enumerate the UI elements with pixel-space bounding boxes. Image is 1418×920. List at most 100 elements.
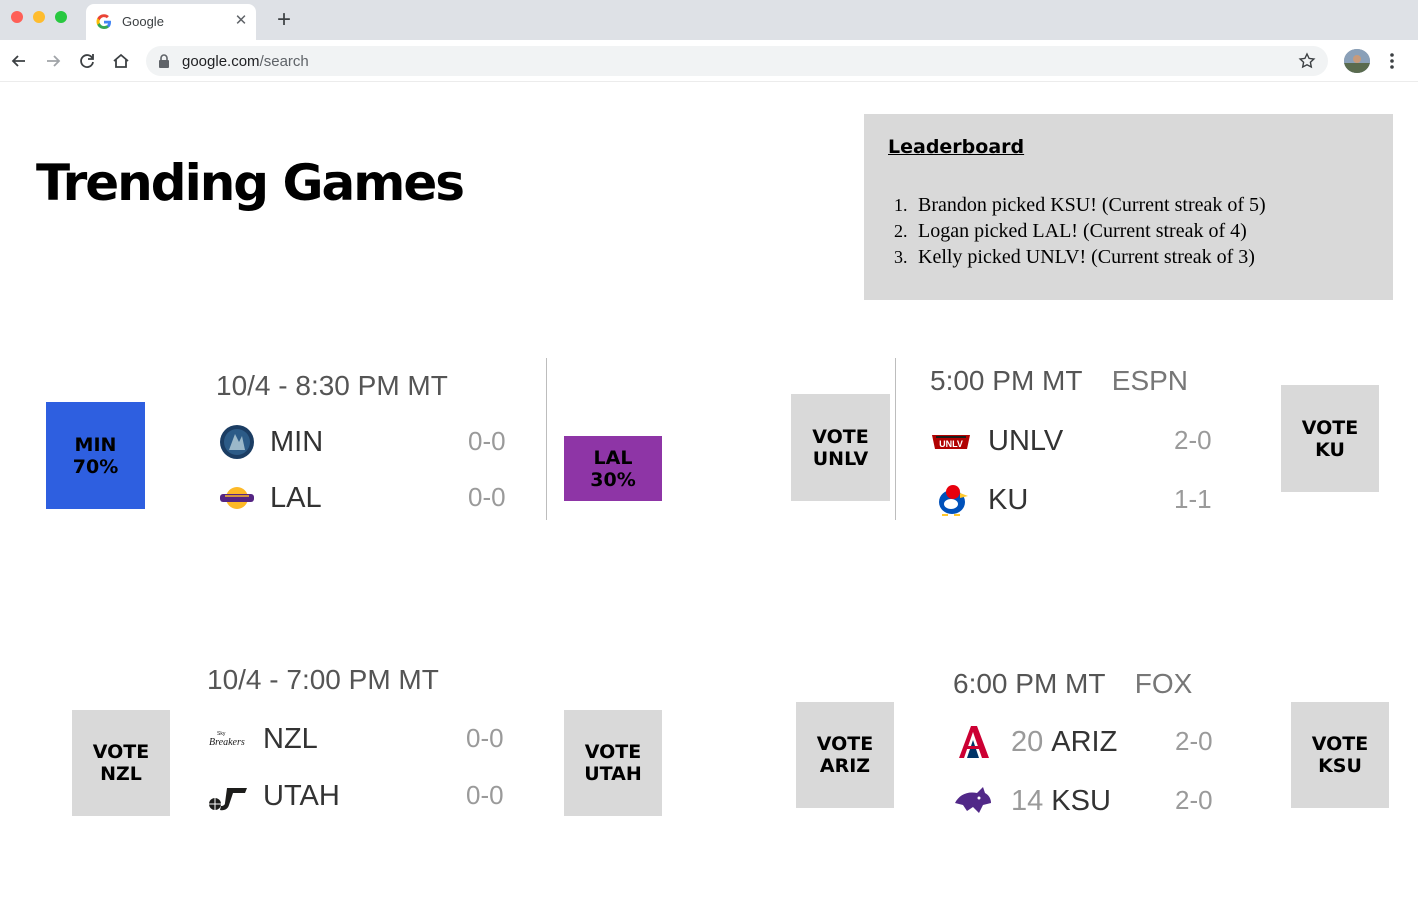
vote-utah-button[interactable]: VOTE UTAH [564,710,662,816]
team-row-min[interactable]: MIN 0-0 [216,422,516,462]
vote-team: NZL [100,763,142,785]
forward-arrow-icon[interactable] [42,50,64,72]
lock-icon [159,54,169,68]
team-record: 2-0 [1174,425,1212,455]
leaderboard-item-number: 1. [894,195,908,215]
leaderboard-title: Leaderboard [888,136,1025,158]
team-record: 2-0 [1175,785,1213,815]
home-icon[interactable] [110,50,132,72]
jazz-logo-icon [209,788,247,811]
tab-title: Google [122,14,164,29]
team-record: 0-0 [466,723,504,753]
vote-result-team: LAL [593,446,633,469]
game-divider [546,358,547,520]
window-minimize-button[interactable] [33,11,45,23]
game-divider [895,358,896,520]
lakers-logo-icon [220,487,254,509]
team-name: NZL [263,723,318,755]
tab-close-icon[interactable]: ✕ [232,12,250,30]
reload-icon[interactable] [76,50,98,72]
page-title: Trending Games [36,154,465,212]
game-header: 10/4 - 8:30 PM MT [216,370,448,401]
vote-label: VOTE [1311,733,1369,755]
svg-text:UNLV: UNLV [939,439,963,449]
leaderboard-panel: Leaderboard 1. Brandon picked KSU! (Curre… [864,114,1393,300]
vote-ksu-button[interactable]: VOTE KSU [1291,702,1389,808]
window-maximize-button[interactable] [55,11,67,23]
vote-team: UTAH [584,763,642,785]
team-name: MIN [270,426,324,458]
unlv-logo-icon: UNLV [932,435,970,449]
leaderboard-item-number: 3. [894,247,908,267]
game-header: 10/4 - 7:00 PM MT [207,664,439,695]
team-record: 0-0 [466,780,504,810]
vote-ku-button[interactable]: VOTE KU [1281,385,1379,492]
team-name: KU [988,484,1029,516]
vote-team: KSU [1318,755,1362,777]
team-name: LAL [270,482,322,514]
team-name: 20 ARIZ [1011,726,1117,759]
vote-label: VOTE [1301,416,1359,439]
address-bar[interactable]: google.com/search [146,46,1328,76]
vote-team: KU [1315,438,1345,461]
team-record: 2-0 [1175,726,1213,756]
team-row-utah[interactable]: UTAH 0-0 [207,776,517,816]
leaderboard-item: 2. Logan picked LAL! (Current streak of 4… [894,218,1374,244]
svg-text:Sky: Sky [217,731,226,737]
vote-result-percent: 70% [72,455,119,478]
google-favicon-icon [96,14,111,29]
game-time: 5:00 PM MT [930,365,1082,396]
vote-team: UNLV [812,447,869,470]
leaderboard-item-text: Kelly picked UNLV! (Current streak of 3) [918,246,1255,268]
browser-tab-bar: Google ✕ + [0,0,1418,40]
new-tab-button[interactable]: + [272,8,296,32]
team-row-ksu[interactable]: 14 KSU 2-0 [953,781,1223,821]
leaderboard-item: 1. Brandon picked KSU! (Current streak of… [894,192,1374,218]
team-row-lal[interactable]: LAL 0-0 [216,478,516,518]
team-name: 14 KSU [1011,785,1111,818]
vote-result-lal[interactable]: LAL 30% [564,436,662,501]
browser-tab[interactable]: Google ✕ [86,4,256,40]
team-record: 0-0 [468,482,506,512]
url-host: google.com [182,53,260,70]
wildcat-logo-icon [955,787,991,813]
window-close-button[interactable] [11,11,23,23]
game-header: 5:00 PM MT ESPN [930,365,1188,397]
team-rank: 20 [1011,726,1044,758]
profile-avatar[interactable] [1344,49,1370,73]
browser-toolbar: google.com/search [0,40,1418,82]
url-path: /search [259,53,309,70]
leaderboard-list: 1. Brandon picked KSU! (Current streak of… [894,192,1374,270]
team-record: 0-0 [468,426,506,456]
vote-team: ARIZ [819,755,871,777]
team-rank: 14 [1011,785,1044,817]
vote-label: VOTE [584,741,642,763]
vote-result-percent: 30% [590,468,636,491]
vote-result-min[interactable]: MIN 70% [46,402,145,509]
vote-unlv-button[interactable]: VOTE UNLV [791,394,890,501]
vote-label: VOTE [812,425,869,448]
jayhawk-logo-icon [939,485,968,516]
vote-label: VOTE [816,733,874,755]
leaderboard-item-number: 2. [894,221,908,241]
leaderboard-item-text: Brandon picked KSU! (Current streak of 5… [918,194,1266,216]
team-row-ku[interactable]: KU 1-1 [930,480,1222,520]
breakers-logo-icon: Breakers Sky [209,731,245,748]
vote-nzl-button[interactable]: VOTE NZL [72,710,170,816]
team-record: 1-1 [1174,484,1212,514]
kebab-menu-icon[interactable] [1384,50,1400,72]
leaderboard-item: 3. Kelly picked UNLV! (Current streak of … [894,244,1374,270]
bookmark-star-icon[interactable] [1298,52,1316,70]
team-row-nzl[interactable]: Breakers Sky NZL 0-0 [207,719,517,759]
tv-network: ESPN [1111,365,1189,396]
arizona-logo-icon [959,726,989,758]
vote-ariz-button[interactable]: VOTE ARIZ [796,702,894,808]
team-row-ariz[interactable]: 20 ARIZ 2-0 [953,722,1223,762]
team-name-text: ARIZ [1051,726,1118,758]
timberwolves-logo-icon [220,425,254,459]
leaderboard-item-text: Logan picked LAL! (Current streak of 4) [918,220,1247,242]
back-arrow-icon[interactable] [8,50,30,72]
svg-text:Breakers: Breakers [209,737,245,748]
team-name-text: KSU [1051,785,1111,817]
team-row-unlv[interactable]: UNLV UNLV 2-0 [930,421,1222,461]
